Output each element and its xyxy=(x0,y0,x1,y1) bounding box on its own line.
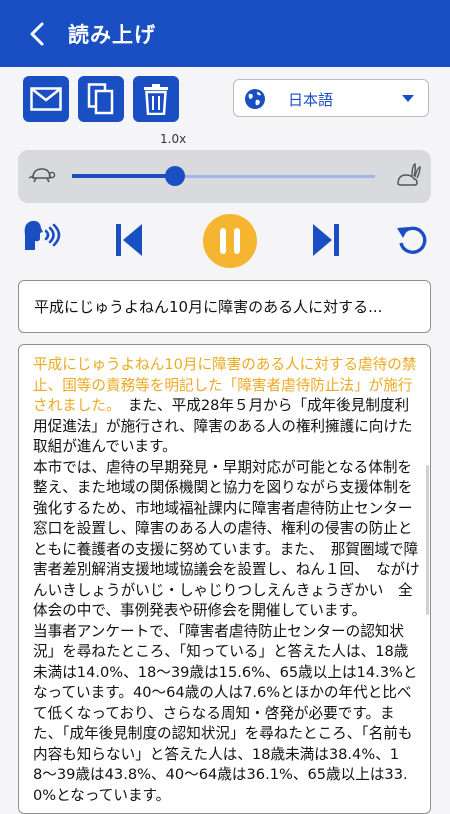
repeat-button[interactable] xyxy=(395,224,429,260)
delete-button[interactable] xyxy=(133,76,179,122)
repeat-icon xyxy=(397,226,427,254)
remaining-text: また、平成28年５月から「成年後見制度利用促進法」が施行され、障害のある人の権利… xyxy=(33,397,420,804)
speak-icon xyxy=(24,220,61,250)
skip-previous-icon xyxy=(116,224,142,256)
speed-slider-panel xyxy=(18,150,431,203)
copy-icon xyxy=(87,83,114,115)
current-sentence: 平成にじゅうよねん10月に障害のある人に対する... xyxy=(18,280,431,333)
back-button[interactable] xyxy=(24,20,52,48)
skip-next-icon xyxy=(313,224,339,256)
trash-icon xyxy=(144,84,168,115)
previous-button[interactable] xyxy=(113,222,145,262)
speed-label: 1.0x xyxy=(160,132,187,146)
speed-slider-thumb[interactable] xyxy=(165,166,186,186)
reading-text-area[interactable]: 平成にじゅうよねん10月に障害のある人に対する虐待の禁止、国等の責務等を明記した… xyxy=(18,344,431,814)
mail-icon xyxy=(30,87,62,111)
app-header: 読み上げ xyxy=(0,0,450,67)
speed-slider-fill xyxy=(72,174,176,178)
chevron-down-icon xyxy=(402,95,414,102)
pause-icon xyxy=(220,228,240,254)
mail-button[interactable] xyxy=(23,76,69,122)
voice-button[interactable] xyxy=(22,218,62,262)
scrollbar[interactable] xyxy=(426,465,429,615)
turtle-icon xyxy=(28,168,56,183)
rabbit-icon xyxy=(397,162,421,186)
next-button[interactable] xyxy=(310,222,342,262)
back-arrow-icon xyxy=(30,22,44,46)
language-select[interactable]: 日本語 xyxy=(233,79,429,117)
globe-icon xyxy=(245,89,265,109)
pause-button[interactable] xyxy=(203,214,257,268)
language-value: 日本語 xyxy=(288,91,334,109)
page-title: 読み上げ xyxy=(68,23,156,47)
copy-button[interactable] xyxy=(78,76,124,122)
